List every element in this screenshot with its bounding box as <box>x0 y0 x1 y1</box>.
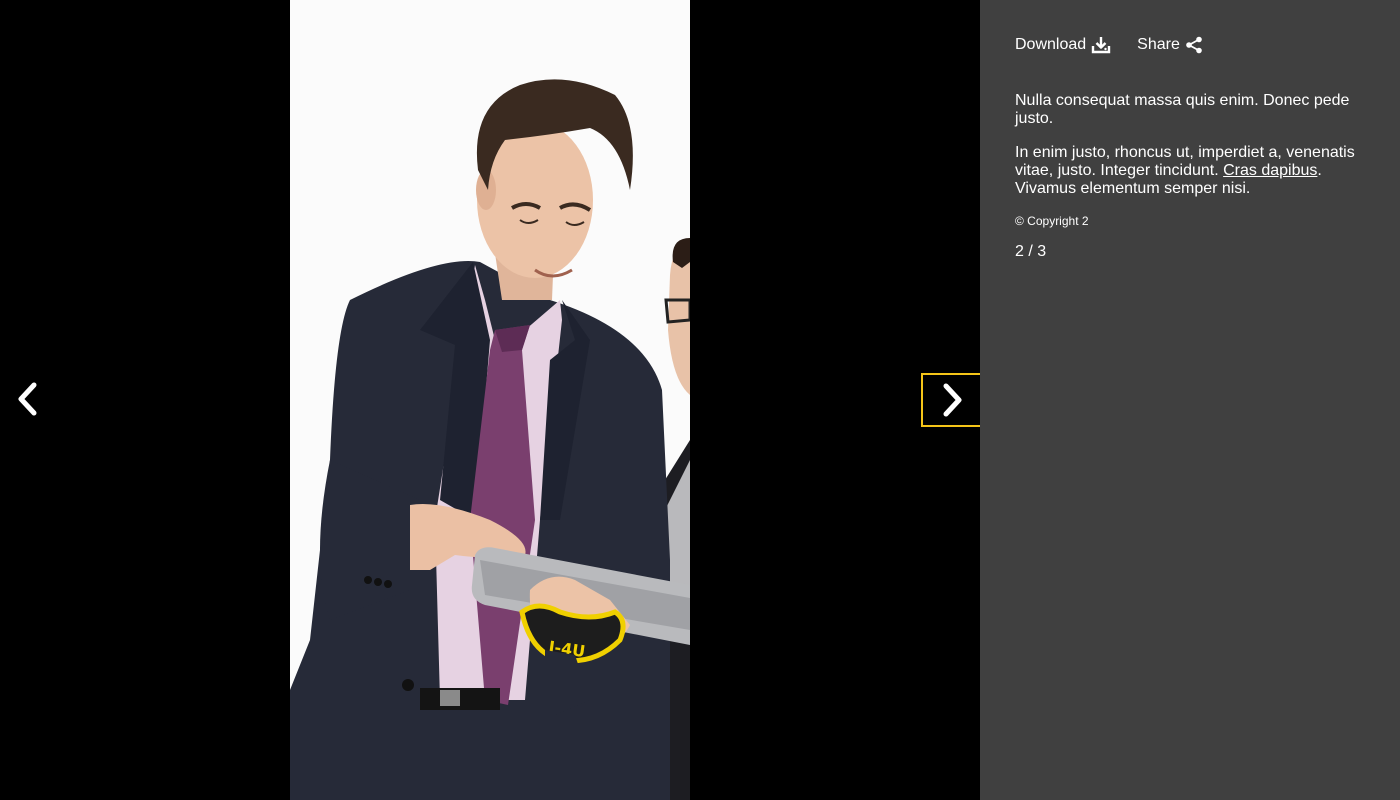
share-icon <box>1186 36 1202 54</box>
lightbox-image: I-4U <box>290 0 690 800</box>
photo-illustration: I-4U <box>290 0 690 800</box>
download-label: Download <box>1015 36 1087 53</box>
next-button[interactable] <box>921 373 980 427</box>
chevron-left-icon <box>18 382 37 416</box>
share-label: Share <box>1137 36 1180 53</box>
image-stage: I-4U <box>0 0 980 800</box>
share-button[interactable]: Share <box>1137 35 1203 55</box>
toolbar: Download Share <box>1015 34 1365 56</box>
download-button[interactable]: Download <box>1015 35 1111 55</box>
caption-description: Nulla consequat massa quis enim. Donec p… <box>1015 92 1365 262</box>
copyright-text: © Copyright 2 <box>1015 214 1089 228</box>
caption-panel: Download Share Nulla consequat massa qui… <box>980 0 1400 800</box>
caption-paragraph-2: In enim justo, rhoncus ut, imperdiet a, … <box>1015 144 1365 198</box>
chevron-right-icon <box>943 383 961 417</box>
slide-counter: 2 / 3 <box>1015 243 1047 260</box>
caption-link[interactable]: Cras dapibus <box>1223 162 1317 179</box>
lightbox: I-4U Download Share Nulla consequat mass… <box>0 0 1400 800</box>
caption-paragraph-1: Nulla consequat massa quis enim. Donec p… <box>1015 92 1350 127</box>
download-icon <box>1091 37 1111 54</box>
prev-button[interactable] <box>0 373 56 425</box>
